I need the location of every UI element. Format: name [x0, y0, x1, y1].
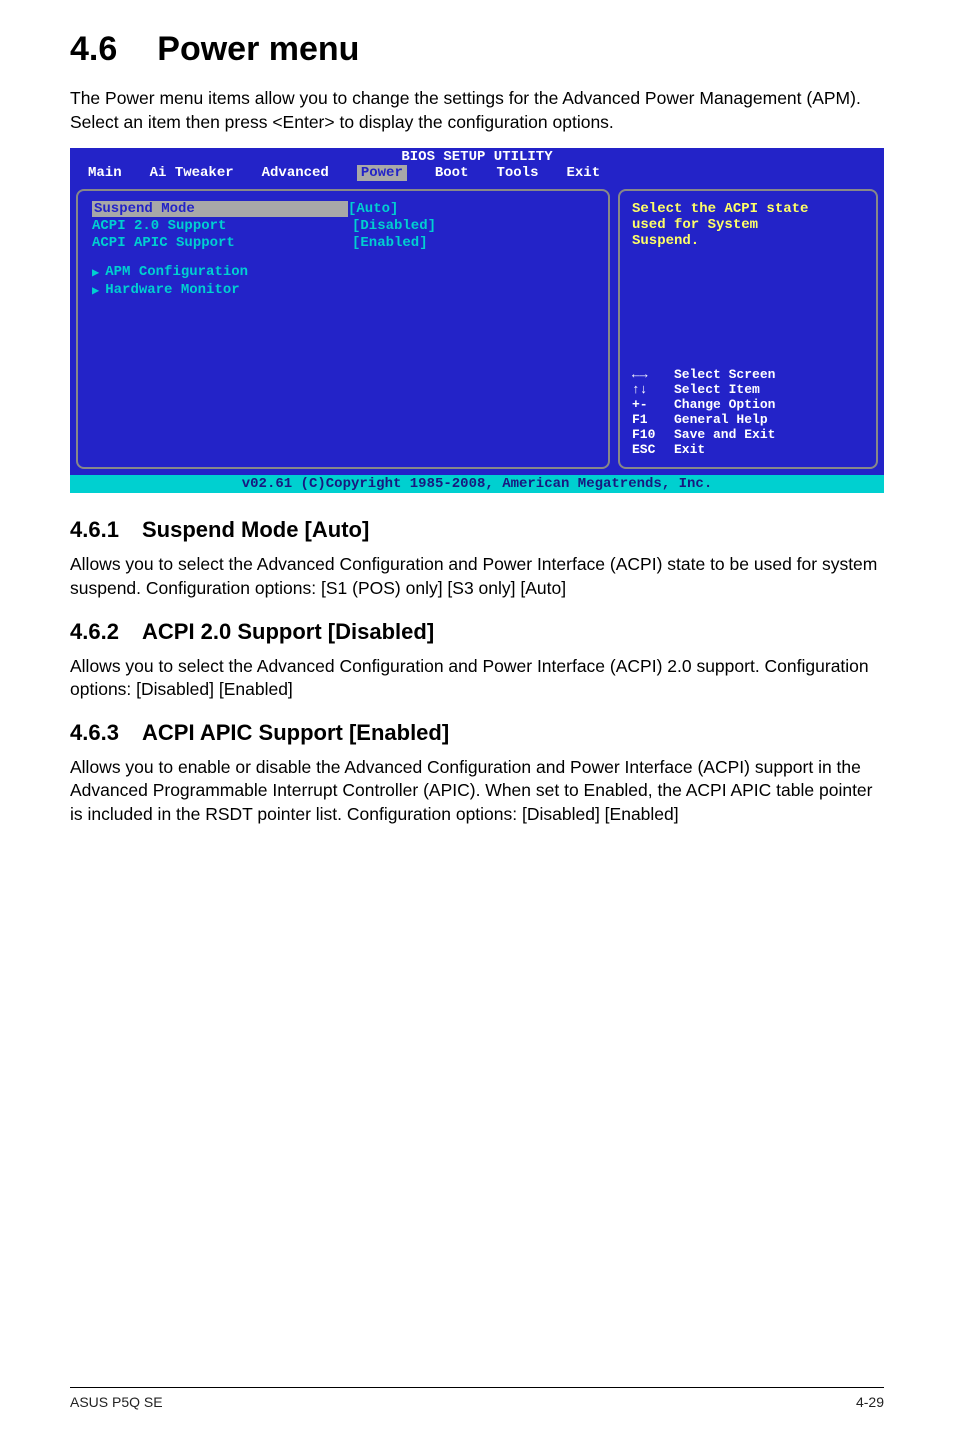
bios-help-line: used for System	[632, 217, 864, 233]
bios-help-line: Suspend.	[632, 233, 864, 249]
kh-key: ←→	[632, 367, 674, 382]
bios-tab-advanced[interactable]: Advanced	[262, 165, 329, 181]
submenu-arrow-icon: ▶	[92, 265, 99, 280]
bios-option-acpi-apic[interactable]: ACPI APIC Support [Enabled]	[92, 235, 594, 251]
footer-left: ASUS P5Q SE	[70, 1394, 163, 1410]
footer-right: 4-29	[856, 1394, 884, 1410]
bios-left-panel: Suspend Mode [Auto] ACPI 2.0 Support [Di…	[76, 189, 610, 469]
bios-opt-label: Suspend Mode	[92, 201, 348, 217]
subsection-body: Allows you to select the Advanced Config…	[70, 655, 884, 702]
subsection-number: 4.6.1	[70, 517, 142, 543]
subsection-heading: 4.6.3ACPI APIC Support [Enabled]	[70, 720, 884, 746]
bios-body: Suspend Mode [Auto] ACPI 2.0 Support [Di…	[70, 183, 884, 475]
bios-opt-label: ACPI 2.0 Support	[92, 218, 352, 234]
bios-tab-ai-tweaker[interactable]: Ai Tweaker	[150, 165, 234, 181]
page-footer: ASUS P5Q SE 4-29	[70, 1387, 884, 1410]
bios-tab-main[interactable]: Main	[88, 165, 122, 181]
bios-help-text: Select the ACPI state used for System Su…	[632, 201, 864, 249]
bios-tab-tools[interactable]: Tools	[496, 165, 538, 181]
subsection-title: Suspend Mode [Auto]	[142, 517, 369, 542]
subsection-body: Allows you to select the Advanced Config…	[70, 553, 884, 600]
kh-desc: Save and Exit	[674, 427, 775, 442]
bios-submenu-label: Hardware Monitor	[105, 282, 239, 298]
bios-menubar: Main Ai Tweaker Advanced Power Boot Tool…	[70, 165, 884, 183]
kh-desc: Change Option	[674, 397, 775, 412]
bios-tab-power[interactable]: Power	[357, 165, 407, 181]
subsection-heading: 4.6.2ACPI 2.0 Support [Disabled]	[70, 619, 884, 645]
section-title-text: Power menu	[157, 30, 359, 68]
bios-opt-value: [Enabled]	[352, 235, 428, 251]
kh-desc: General Help	[674, 412, 768, 427]
submenu-arrow-icon: ▶	[92, 283, 99, 298]
bios-right-panel: Select the ACPI state used for System Su…	[618, 189, 878, 469]
bios-opt-label: ACPI APIC Support	[92, 235, 352, 251]
section-number: 4.6	[70, 30, 117, 69]
bios-footer: v02.61 (C)Copyright 1985-2008, American …	[70, 475, 884, 493]
bios-tab-boot[interactable]: Boot	[435, 165, 469, 181]
bios-submenu-apm[interactable]: ▶ APM Configuration	[92, 264, 594, 280]
kh-key: F1	[632, 412, 674, 427]
kh-key: ↑↓	[632, 382, 674, 397]
bios-help-line: Select the ACPI state	[632, 201, 864, 217]
kh-key: ESC	[632, 442, 674, 457]
bios-tab-exit[interactable]: Exit	[566, 165, 600, 181]
bios-opt-value: [Disabled]	[352, 218, 436, 234]
bios-title: BIOS SETUP UTILITY	[70, 148, 884, 165]
bios-opt-value: [Auto]	[348, 201, 398, 217]
kh-desc: Select Item	[674, 382, 760, 397]
section-heading: 4.6 Power menu	[70, 30, 884, 69]
bios-option-suspend-mode[interactable]: Suspend Mode [Auto]	[92, 201, 594, 217]
bios-submenu-label: APM Configuration	[105, 264, 248, 280]
kh-desc: Select Screen	[674, 367, 775, 382]
subsection-number: 4.6.2	[70, 619, 142, 645]
kh-key: +-	[632, 397, 674, 412]
bios-submenu-hardware-monitor[interactable]: ▶ Hardware Monitor	[92, 282, 594, 298]
kh-desc: Exit	[674, 442, 705, 457]
subsection-number: 4.6.3	[70, 720, 142, 746]
subsection-body: Allows you to enable or disable the Adva…	[70, 756, 884, 827]
bios-screenshot: BIOS SETUP UTILITY Main Ai Tweaker Advan…	[70, 148, 884, 493]
bios-key-help: ←→Select Screen ↑↓Select Item +-Change O…	[632, 367, 864, 457]
subsection-title: ACPI 2.0 Support [Disabled]	[142, 619, 434, 644]
subsection-heading: 4.6.1Suspend Mode [Auto]	[70, 517, 884, 543]
bios-option-acpi-20[interactable]: ACPI 2.0 Support [Disabled]	[92, 218, 594, 234]
section-intro: The Power menu items allow you to change…	[70, 87, 884, 134]
kh-key: F10	[632, 427, 674, 442]
subsection-title: ACPI APIC Support [Enabled]	[142, 720, 449, 745]
